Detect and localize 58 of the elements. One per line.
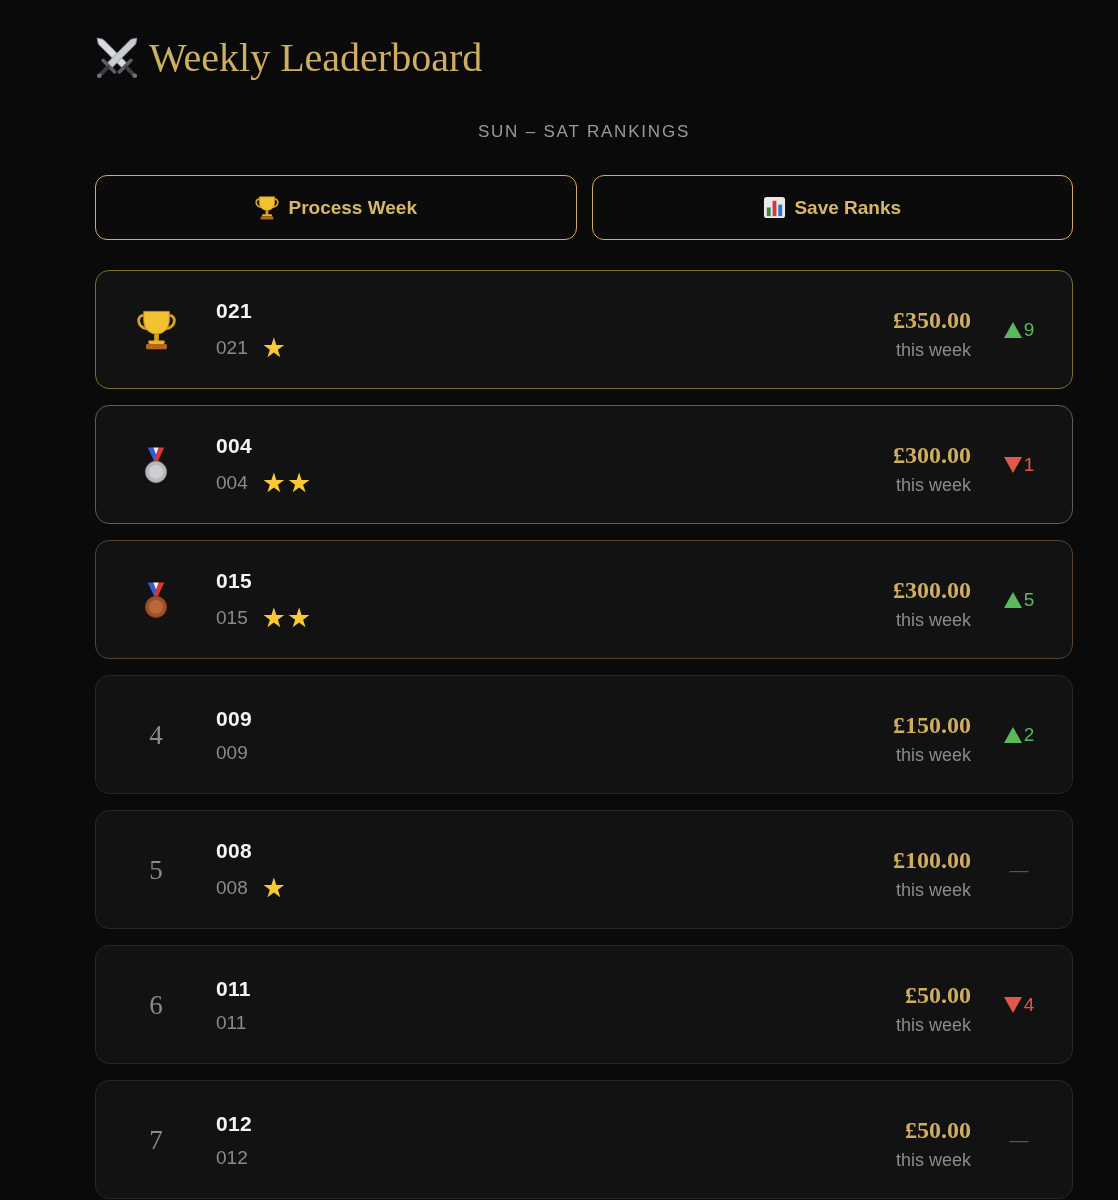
star-badges: ★	[261, 873, 287, 902]
rank-number: 6	[149, 988, 163, 1021]
rank-change: 4	[1023, 992, 1035, 1017]
player-id: 009	[216, 741, 248, 764]
weekly-amount: £300.00	[893, 441, 971, 469]
rank-change: 1	[1023, 452, 1035, 477]
page-title: Weekly Leaderboard	[149, 34, 483, 82]
period-label: this week	[895, 339, 971, 361]
star-badges: ★★	[261, 468, 313, 497]
weekly-amount: £100.00	[893, 846, 971, 874]
period-label: this week	[895, 744, 971, 766]
trophy-icon	[134, 309, 178, 350]
star-badges: ★	[261, 333, 287, 362]
triangle-up-icon	[1003, 726, 1022, 743]
bar-chart-icon	[763, 196, 787, 219]
player-id: 004	[216, 471, 248, 494]
player-name: 011	[216, 975, 251, 1002]
page-subtitle: SUN – SAT RANKINGS	[477, 121, 691, 143]
weekly-amount: £350.00	[893, 306, 971, 334]
medal-icon	[144, 579, 168, 620]
weekly-amount: £300.00	[893, 576, 971, 604]
period-label: this week	[895, 1014, 971, 1036]
player-id: 011	[216, 1011, 247, 1034]
rank-number: 5	[149, 853, 163, 886]
player-id: 012	[216, 1146, 248, 1169]
triangle-down-icon	[1003, 996, 1022, 1013]
rank-number: 4	[149, 718, 163, 751]
player-id: 008	[216, 876, 248, 899]
rank-change: —	[1009, 857, 1029, 882]
player-name: 021	[216, 297, 252, 324]
rank-change: 5	[1023, 587, 1035, 612]
weekly-amount: £50.00	[905, 1116, 971, 1144]
player-name: 015	[216, 567, 252, 594]
save-button[interactable]: Save Ranks	[591, 175, 1073, 240]
rank-change: 9	[1023, 317, 1035, 342]
medal-icon	[144, 444, 168, 485]
rank-change: —	[1009, 1127, 1029, 1152]
process-button[interactable]: Process Week	[95, 175, 577, 240]
trophy-icon	[254, 195, 281, 220]
player-id: 021	[216, 336, 248, 359]
crossed-swords-icon	[96, 37, 138, 79]
player-name: 009	[216, 705, 252, 732]
rank-number: 7	[149, 1123, 163, 1156]
period-label: this week	[895, 609, 971, 631]
period-label: this week	[895, 474, 971, 496]
weekly-amount: £150.00	[893, 711, 971, 739]
player-name: 004	[216, 432, 252, 459]
star-badges: ★★	[261, 603, 313, 632]
player-name: 012	[216, 1110, 252, 1137]
triangle-up-icon	[1003, 321, 1022, 338]
period-label: this week	[895, 1149, 971, 1171]
rank-change: 2	[1023, 722, 1035, 747]
triangle-up-icon	[1003, 591, 1022, 608]
weekly-amount: £50.00	[905, 981, 971, 1009]
player-name: 008	[216, 837, 252, 864]
triangle-down-icon	[1003, 456, 1022, 473]
player-id: 015	[216, 606, 248, 629]
period-label: this week	[895, 879, 971, 901]
